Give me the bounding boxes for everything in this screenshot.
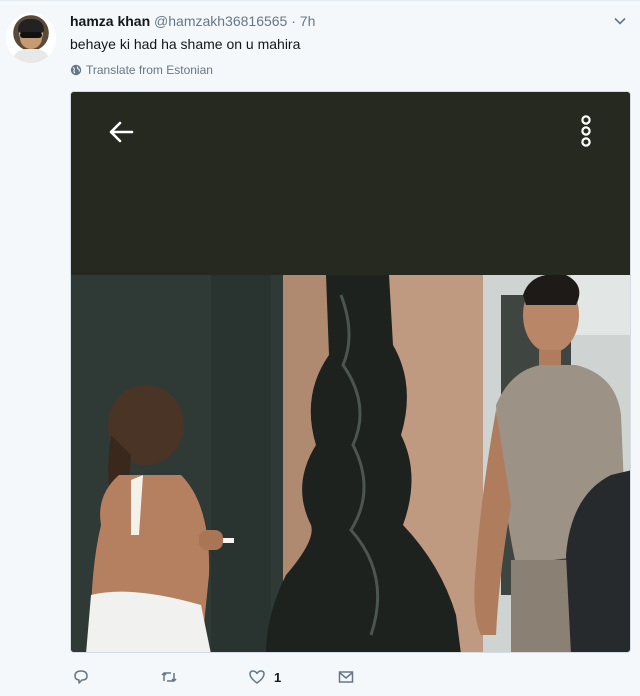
like-count: 1 — [274, 669, 282, 685]
tweet-timestamp[interactable]: 7h — [300, 13, 316, 29]
tweet-media[interactable] — [70, 91, 631, 653]
heart-icon — [249, 670, 265, 684]
separator-dot: · — [291, 13, 296, 29]
globe-icon — [70, 64, 82, 76]
tweet-actions: 1 — [70, 665, 470, 689]
translate-label[interactable]: Translate from Estonian — [86, 63, 213, 77]
more-vertical-icon[interactable] — [577, 114, 595, 150]
tweet-text: behaye ki had ha shame on u mahira — [70, 36, 301, 52]
media-toolbar — [71, 92, 630, 275]
reply-icon — [74, 670, 88, 684]
back-arrow-icon[interactable] — [107, 118, 135, 146]
reply-button[interactable] — [72, 665, 90, 689]
tweet-header: hamza khan @hamzakh36816565 · 7h — [70, 13, 315, 29]
message-icon — [338, 671, 354, 683]
avatar[interactable] — [6, 13, 56, 63]
photo — [71, 275, 630, 652]
retweet-icon — [161, 672, 177, 682]
tweet[interactable]: hamza khan @hamzakh36816565 · 7h behaye … — [0, 0, 640, 696]
like-button[interactable]: 1 — [248, 665, 281, 689]
retweet-button[interactable] — [160, 665, 178, 689]
direct-message-button[interactable] — [337, 665, 355, 689]
chevron-down-icon[interactable] — [614, 15, 626, 27]
author-handle[interactable]: @hamzakh36816565 — [154, 13, 287, 29]
translate-link[interactable]: Translate from Estonian — [70, 63, 213, 77]
author-name[interactable]: hamza khan — [70, 13, 150, 29]
